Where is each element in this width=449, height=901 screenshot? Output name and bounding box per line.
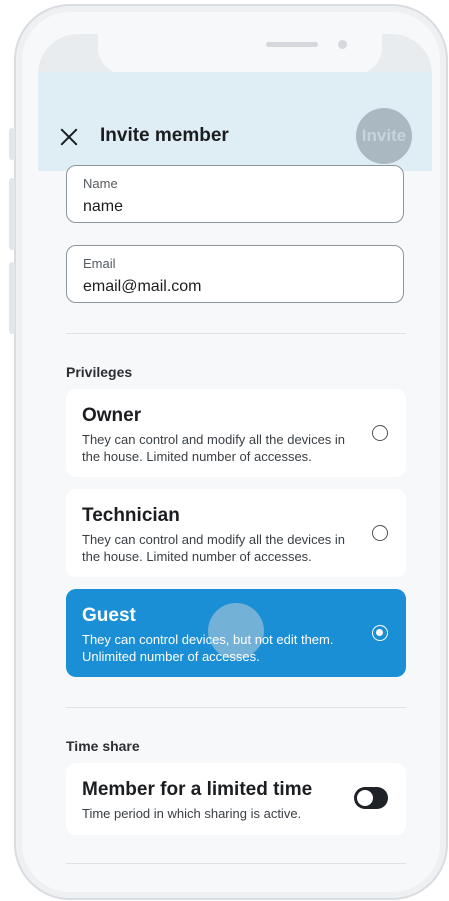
privilege-option-owner[interactable]: Owner They can control and modify all th… — [66, 389, 406, 477]
page-title: Invite member — [100, 125, 229, 146]
privilege-option-description: They can control and modify all the devi… — [82, 532, 346, 564]
phone-volume-down-button — [9, 262, 15, 334]
privilege-option-guest[interactable]: Guest They can control devices, but not … — [66, 589, 406, 677]
radio-icon[interactable] — [372, 425, 388, 441]
privilege-option-title: Guest — [82, 605, 136, 626]
time-share-description: Time period in which sharing is active. — [82, 806, 302, 821]
close-icon[interactable] — [60, 128, 78, 146]
name-field-value[interactable]: name — [83, 198, 123, 216]
privilege-option-technician[interactable]: Technician They can control and modify a… — [66, 489, 406, 577]
radio-icon[interactable] — [372, 525, 388, 541]
speaker-icon — [266, 42, 318, 47]
divider — [66, 707, 406, 708]
name-field[interactable]: Name name — [66, 165, 404, 223]
phone-notch — [98, 34, 382, 74]
divider — [66, 863, 406, 864]
email-field[interactable]: Email email@mail.com — [66, 245, 404, 303]
time-share-card: Member for a limited time Time period in… — [66, 763, 406, 835]
camera-icon — [338, 40, 347, 49]
privilege-option-title: Technician — [82, 505, 180, 526]
email-field-label: Email — [83, 256, 116, 271]
phone-side-button — [9, 128, 15, 160]
time-share-title: Member for a limited time — [82, 779, 313, 800]
privilege-option-description: They can control devices, but not edit t… — [82, 632, 334, 664]
name-field-label: Name — [83, 176, 118, 191]
time-share-section-label: Time share — [66, 738, 140, 754]
app-screen: Invite member Invite Name name Email ema… — [38, 34, 432, 884]
email-field-value[interactable]: email@mail.com — [83, 278, 201, 296]
invite-button[interactable]: Invite — [356, 108, 412, 164]
privilege-option-title: Owner — [82, 405, 142, 426]
limited-time-toggle[interactable] — [354, 787, 388, 809]
app-header: Invite member Invite — [38, 72, 432, 171]
privileges-section-label: Privileges — [66, 364, 133, 380]
radio-selected-icon[interactable] — [372, 625, 388, 641]
privilege-option-description: They can control and modify all the devi… — [82, 432, 346, 464]
divider — [66, 333, 406, 334]
phone-volume-up-button — [9, 178, 15, 250]
